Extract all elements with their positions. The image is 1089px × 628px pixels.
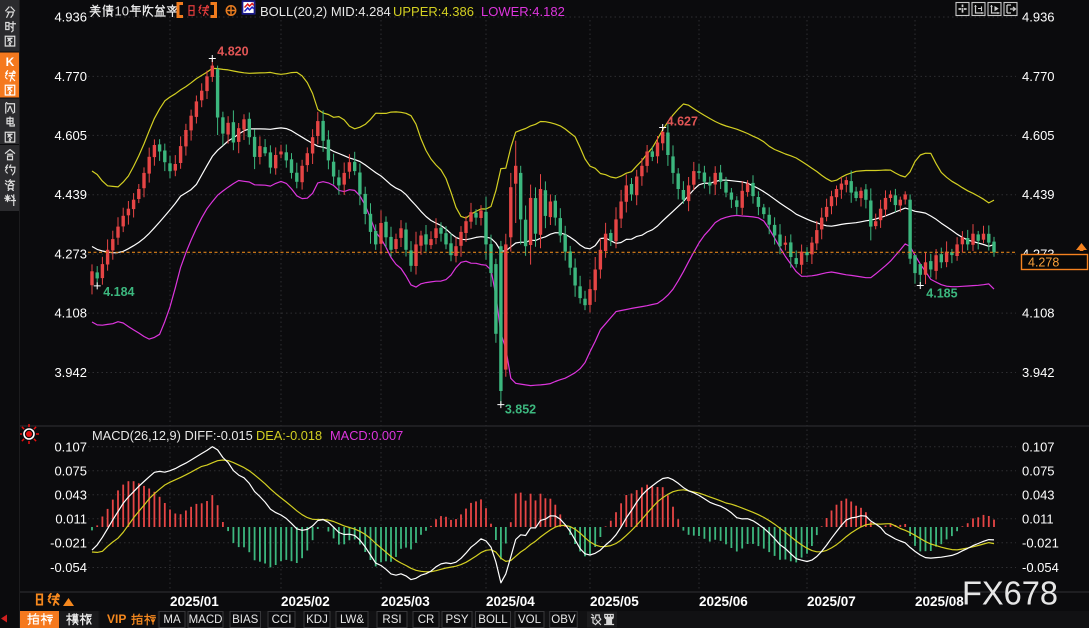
svg-text:RSI: RSI <box>382 614 401 626</box>
svg-text:3.942: 3.942 <box>1022 365 1055 380</box>
svg-text:4.439: 4.439 <box>1022 187 1055 202</box>
svg-text:LOWER:4.182: LOWER:4.182 <box>481 4 565 19</box>
svg-text:-0.054: -0.054 <box>50 560 87 575</box>
svg-text:MACD:0.007: MACD:0.007 <box>330 428 403 443</box>
svg-text:4.278: 4.278 <box>1028 256 1059 270</box>
svg-text:0.107: 0.107 <box>1022 439 1055 454</box>
svg-text:3.942: 3.942 <box>54 365 87 380</box>
svg-text:4.770: 4.770 <box>54 69 87 84</box>
svg-text:0.075: 0.075 <box>1022 463 1055 478</box>
svg-text:4.605: 4.605 <box>1022 128 1055 143</box>
svg-text:0.011: 0.011 <box>1022 511 1054 526</box>
svg-text:2025/06: 2025/06 <box>699 594 748 609</box>
svg-text:4.936: 4.936 <box>54 10 87 25</box>
svg-text:2025/03: 2025/03 <box>381 594 430 609</box>
svg-text:LW&: LW& <box>340 614 364 626</box>
svg-text:-0.054: -0.054 <box>1022 560 1059 575</box>
svg-text:0.043: 0.043 <box>1022 487 1055 502</box>
svg-text:2025/04: 2025/04 <box>486 594 535 609</box>
svg-text:2025/02: 2025/02 <box>281 594 330 609</box>
svg-text:4.185: 4.185 <box>926 287 957 301</box>
svg-text:2025/08: 2025/08 <box>915 594 964 609</box>
svg-text:MACD(26,12,9) DIFF:-0.015: MACD(26,12,9) DIFF:-0.015 <box>92 428 253 443</box>
svg-text:10: 10 <box>115 4 129 19</box>
svg-text:MA: MA <box>163 614 181 626</box>
svg-text:BIAS: BIAS <box>232 614 259 626</box>
svg-text:4.820: 4.820 <box>217 44 248 58</box>
svg-text:BOLL(20,2) MID:4.284: BOLL(20,2) MID:4.284 <box>260 4 391 19</box>
svg-text:-0.021: -0.021 <box>1022 535 1059 550</box>
svg-text:-0.021: -0.021 <box>50 535 87 550</box>
svg-text:4.273: 4.273 <box>54 247 87 262</box>
svg-text:0.011: 0.011 <box>55 511 87 526</box>
svg-text:FX678: FX678 <box>962 575 1058 612</box>
svg-text:0.075: 0.075 <box>54 463 87 478</box>
svg-text:4.108: 4.108 <box>54 306 87 321</box>
svg-text:0.043: 0.043 <box>54 487 87 502</box>
svg-text:KDJ: KDJ <box>306 614 328 626</box>
svg-text:UPPER:4.386: UPPER:4.386 <box>393 4 474 19</box>
svg-text:4.936: 4.936 <box>1022 10 1055 25</box>
svg-text:BOLL: BOLL <box>478 614 508 626</box>
svg-text:VOL: VOL <box>518 614 542 626</box>
svg-text:4.605: 4.605 <box>54 128 87 143</box>
svg-text:CR: CR <box>418 614 435 626</box>
svg-text:K: K <box>6 55 15 69</box>
svg-text:0.107: 0.107 <box>54 439 87 454</box>
svg-text:MACD: MACD <box>189 614 223 626</box>
svg-text:4.627: 4.627 <box>667 114 698 128</box>
svg-text:OBV: OBV <box>551 614 576 626</box>
svg-text:DEA:-0.018: DEA:-0.018 <box>256 428 322 443</box>
svg-text:4.439: 4.439 <box>54 187 87 202</box>
svg-text:PSY: PSY <box>445 614 468 626</box>
svg-text:CCI: CCI <box>272 614 292 626</box>
svg-text:3.852: 3.852 <box>505 403 536 417</box>
svg-text:2025/01: 2025/01 <box>170 594 219 609</box>
svg-text:VIP: VIP <box>107 612 126 626</box>
svg-text:4.108: 4.108 <box>1022 306 1055 321</box>
svg-text:2025/07: 2025/07 <box>807 594 856 609</box>
svg-text:2025/05: 2025/05 <box>590 594 639 609</box>
svg-text:4.770: 4.770 <box>1022 69 1055 84</box>
svg-text:4.184: 4.184 <box>103 285 134 299</box>
